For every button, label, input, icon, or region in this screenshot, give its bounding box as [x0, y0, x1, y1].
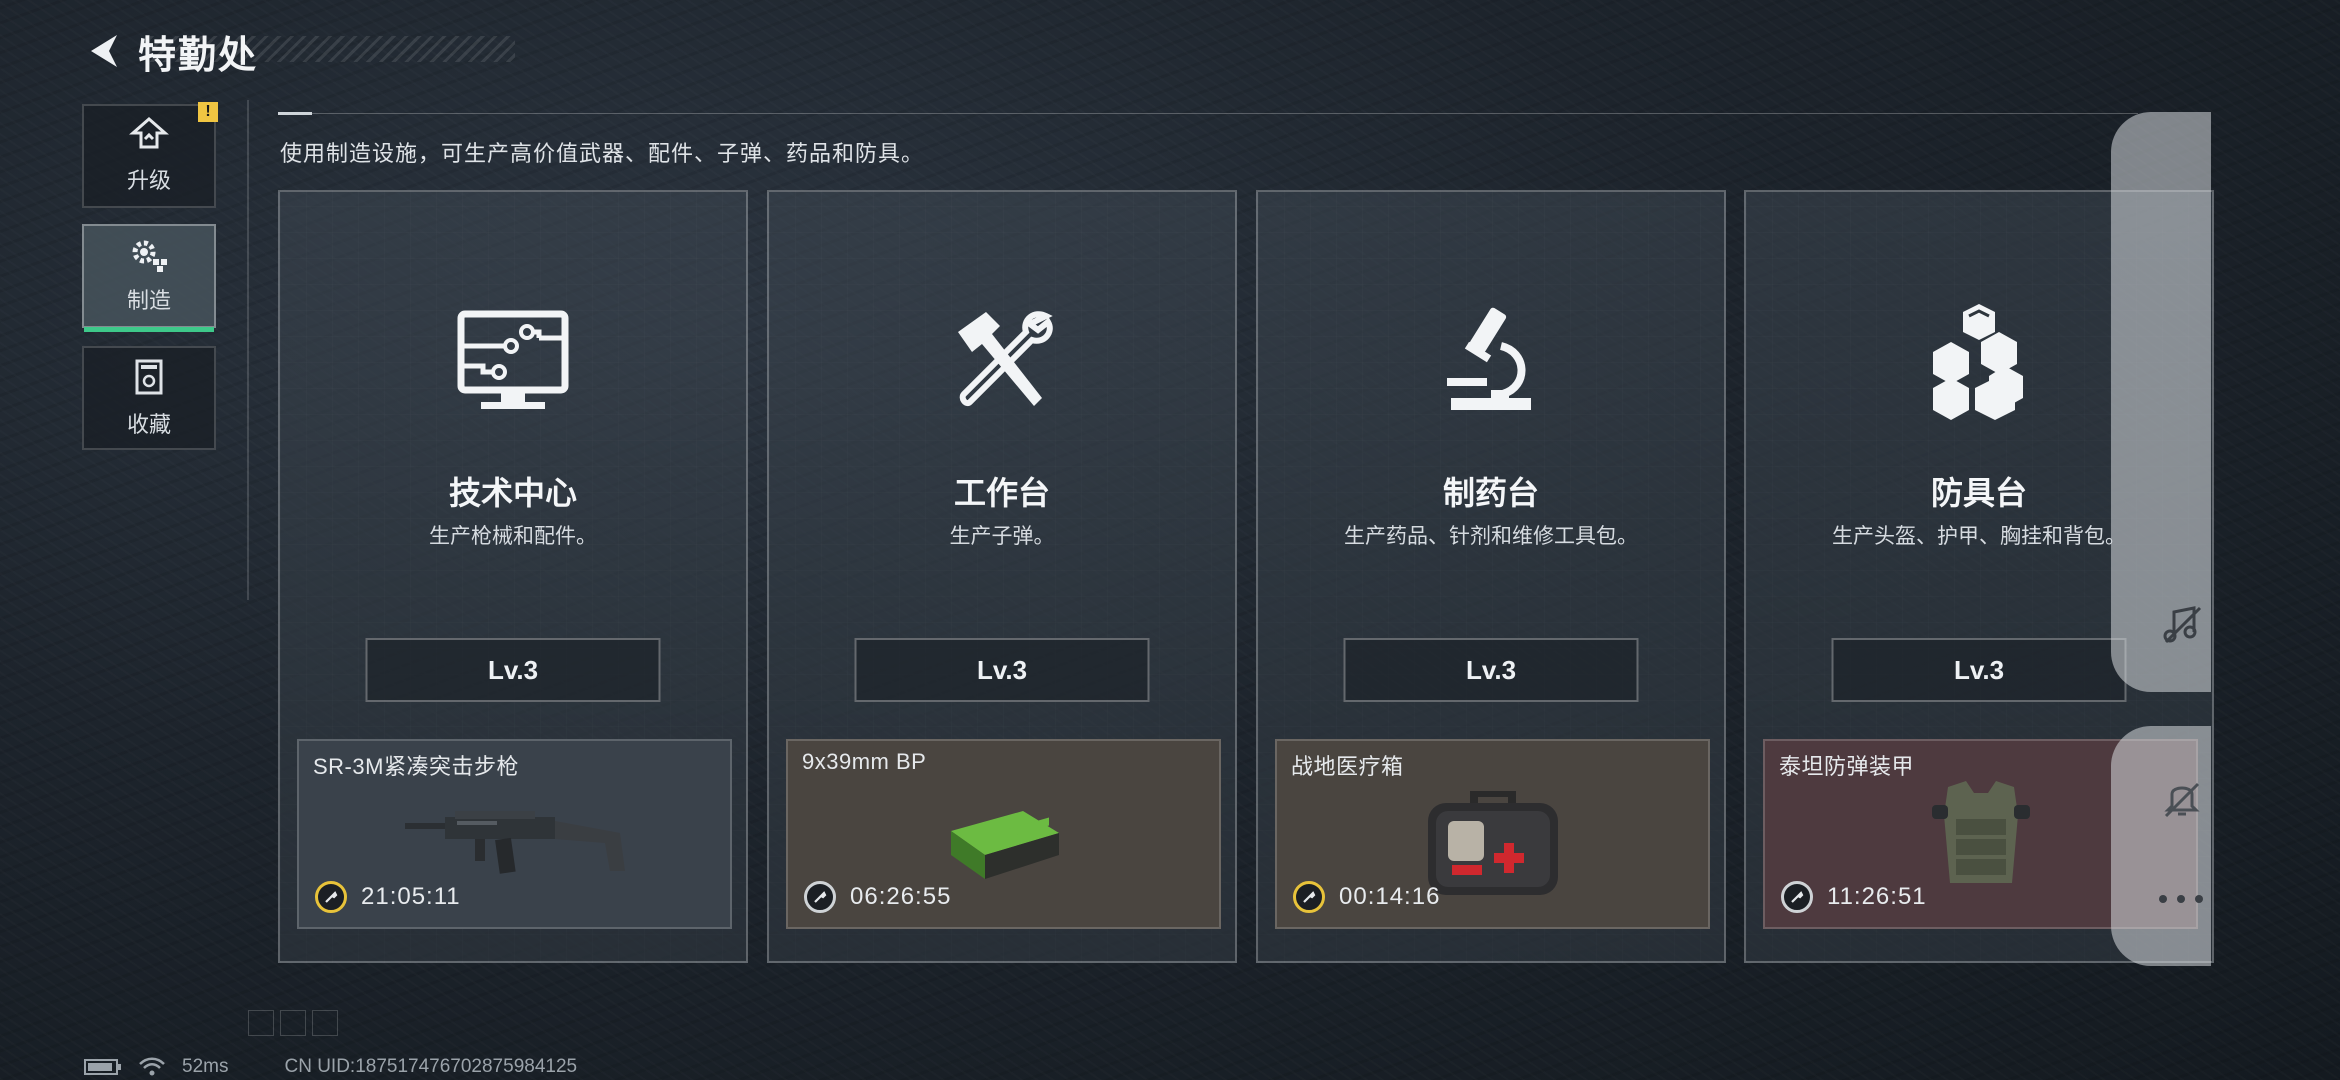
- hammer-wrench-icon: [958, 311, 1053, 406]
- monitor-icon: [457, 310, 569, 409]
- wifi-icon: [139, 1057, 165, 1076]
- bell-off-icon[interactable]: [2160, 776, 2204, 825]
- music-off-icon[interactable]: [2160, 602, 2204, 651]
- level-button[interactable]: Lv.3: [854, 638, 1150, 702]
- tab-label: 制造: [126, 288, 171, 313]
- wrench-timer-icon: [1781, 881, 1813, 913]
- station-card-pharmacy[interactable]: 制药台 生产药品、针剂和维修工具包。 Lv.3 战地医疗箱 00:14:16: [1256, 190, 1726, 963]
- station-subtitle: 生产药品、针剂和维修工具包。: [1344, 525, 1638, 548]
- ping-text: 52ms: [182, 1056, 229, 1077]
- tab-label: 收藏: [126, 412, 171, 437]
- divider: [278, 112, 2138, 115]
- level-button[interactable]: Lv.3: [1831, 638, 2127, 702]
- divider: [247, 100, 249, 600]
- tab-crafting[interactable]: 制造: [82, 224, 216, 332]
- more-icon[interactable]: [2156, 892, 2206, 911]
- gears-icon: [132, 240, 167, 272]
- station-name: 技术中心: [448, 475, 577, 511]
- production-item-name: 战地医疗箱: [1291, 754, 1404, 779]
- production-timer: 06:26:55: [804, 881, 951, 913]
- station-subtitle: 生产枪械和配件。: [429, 525, 597, 548]
- production-slot[interactable]: 战地医疗箱 00:14:16: [1275, 739, 1710, 929]
- level-button[interactable]: Lv.3: [1343, 638, 1639, 702]
- rifle-icon: [404, 811, 625, 874]
- timer-text: 00:14:16: [1339, 883, 1441, 910]
- station-subtitle: 生产子弹。: [949, 525, 1055, 548]
- wrench-timer-icon: [1293, 881, 1325, 913]
- back-arrow-icon[interactable]: [84, 29, 124, 73]
- production-slot[interactable]: 9x39mm BP 06:26:55: [786, 739, 1221, 929]
- decoration: [248, 1010, 338, 1036]
- production-item-name: SR-3M紧凑突击步枪: [313, 754, 519, 779]
- wrench-timer-icon: [315, 881, 347, 913]
- level-button[interactable]: Lv.3: [365, 638, 661, 702]
- station-name: 制药台: [1442, 475, 1539, 511]
- status-bar: 52ms CN UID:18751747670287598412​5: [84, 1056, 577, 1078]
- tab-collection[interactable]: 收藏: [82, 346, 216, 450]
- tab-label: 升级: [126, 168, 171, 193]
- battery-icon: [84, 1059, 121, 1075]
- production-slot[interactable]: SR-3M紧凑突击步枪 21:05:11: [297, 739, 732, 929]
- timer-text: 11:26:51: [1827, 883, 1927, 910]
- upgrade-icon: [129, 117, 169, 149]
- production-item-name: 9x39mm BP: [802, 749, 927, 774]
- station-card-tech-center[interactable]: 技术中心 生产枪械和配件。 Lv.3 SR-3M紧凑突击步枪 21:05:11: [278, 190, 748, 963]
- production-timer: 21:05:11: [315, 881, 461, 913]
- microscope-icon: [1447, 307, 1531, 410]
- body-armor-icon: [1931, 781, 2030, 883]
- title-decoration: [150, 36, 515, 62]
- timer-text: 21:05:11: [361, 883, 461, 910]
- description: 使用制造设施，可生产高价值武器、配件、子弹、药品和防具。: [280, 141, 925, 166]
- warning-badge: !: [198, 102, 218, 122]
- timer-text: 06:26:55: [850, 883, 952, 910]
- ammo-box-icon: [950, 811, 1059, 879]
- uid-text: CN UID:18751747670287598412​5: [284, 1056, 578, 1077]
- wrench-timer-icon: [804, 881, 836, 913]
- side-panel: [2111, 726, 2211, 966]
- production-timer: 00:14:16: [1293, 881, 1440, 913]
- production-item-name: 泰坦防弹装甲: [1779, 754, 1915, 779]
- station-card-workbench[interactable]: 工作台 生产子弹。 Lv.3 9x39mm BP 06:26:55: [767, 190, 1237, 963]
- production-timer: 11:26:51: [1781, 881, 1927, 913]
- tab-upgrade[interactable]: ! 升级: [82, 102, 218, 208]
- collection-icon: [135, 359, 163, 395]
- cubes-icon: [1933, 304, 2023, 420]
- station-name: 工作台: [953, 475, 1050, 511]
